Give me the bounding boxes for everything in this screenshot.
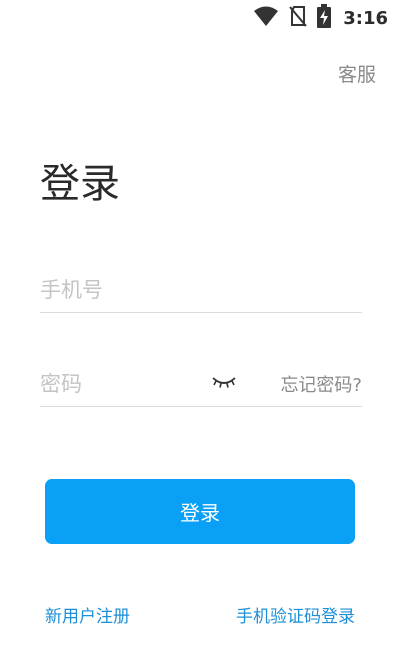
customer-service-link[interactable]: 客服 (338, 60, 376, 87)
register-link[interactable]: 新用户注册 (45, 602, 130, 627)
battery-charging-icon (317, 4, 332, 32)
password-input[interactable] (40, 362, 200, 406)
status-bar: 3:16 (0, 0, 400, 36)
password-field: 忘记密码? (40, 362, 362, 407)
login-screen: 3:16 客服 登录 忘记密码? 登录 新用户注册 手机验证码登录 (0, 0, 400, 650)
forgot-password-link[interactable]: 忘记密码? (280, 371, 362, 397)
status-time: 3:16 (343, 7, 388, 29)
page-title: 登录 (40, 161, 120, 207)
no-sim-icon (289, 5, 307, 31)
login-button[interactable]: 登录 (45, 479, 355, 544)
status-icons: 3:16 (253, 4, 388, 32)
eye-closed-icon[interactable] (212, 372, 236, 392)
wifi-icon (253, 5, 279, 31)
phone-field (40, 268, 362, 313)
sms-login-link[interactable]: 手机验证码登录 (236, 602, 355, 627)
phone-input[interactable] (40, 268, 362, 312)
